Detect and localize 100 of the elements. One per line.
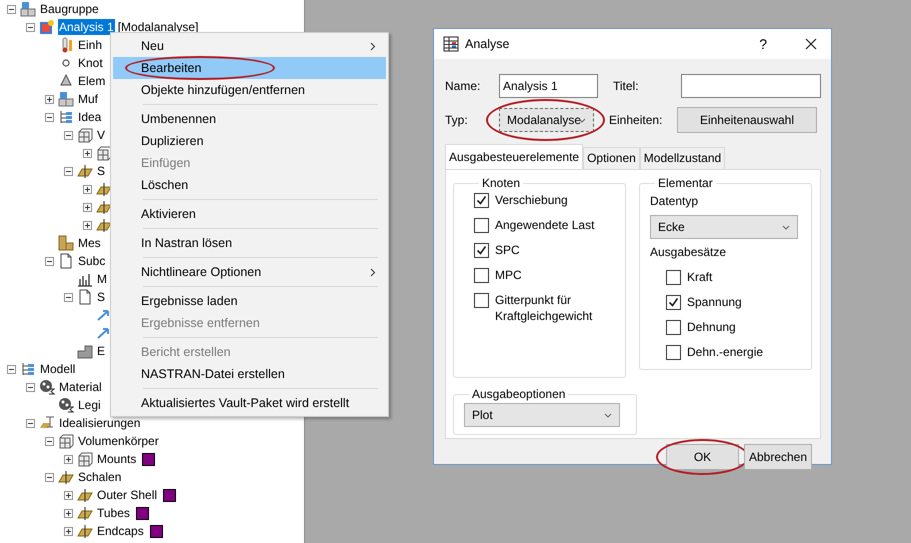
checkbox[interactable] <box>666 270 681 285</box>
menu-item[interactable]: In Nastran lösen <box>113 232 386 254</box>
tree-item-type: [Modalanalyse] <box>118 20 198 34</box>
tree-item[interactable]: Elem <box>77 73 106 89</box>
collapse-icon[interactable] <box>64 130 73 140</box>
tree-item[interactable]: Mounts <box>96 451 138 467</box>
expand-icon[interactable] <box>64 526 73 536</box>
checkbox-label: Kraft <box>687 269 712 285</box>
checkbox[interactable] <box>474 268 489 283</box>
idealization-icon <box>39 415 55 431</box>
hierarchy-icon <box>58 109 74 125</box>
menu-item[interactable]: Objekte hinzufügen/entfernen <box>113 79 386 101</box>
menu-item[interactable]: Ergebnisse laden <box>113 290 386 312</box>
tree-item[interactable]: Muf <box>77 91 100 107</box>
cubes-icon <box>58 433 74 449</box>
menu-item[interactable]: Löschen <box>113 174 386 196</box>
document-icon <box>77 289 93 305</box>
expand-icon[interactable] <box>64 508 73 518</box>
type-dropdown[interactable]: Modalanalyse <box>499 108 594 132</box>
tree-item[interactable]: E <box>96 343 106 359</box>
checkbox[interactable] <box>666 345 681 360</box>
material-icon <box>39 379 55 395</box>
collapse-icon[interactable] <box>45 256 54 266</box>
tree-item[interactable]: Idealisierungen <box>58 415 142 431</box>
name-field[interactable]: Analysis 1 <box>499 74 598 98</box>
checkbox-label: Verschiebung <box>495 192 568 208</box>
tree-item[interactable]: S <box>96 163 106 179</box>
checkbox[interactable] <box>474 293 489 308</box>
tree-item[interactable]: Mes <box>77 235 102 251</box>
tree-item[interactable]: S <box>96 289 106 305</box>
output-dropdown[interactable]: Plot <box>464 403 620 427</box>
checkbox-label: MPC <box>495 267 522 283</box>
tree-item[interactable]: Baugruppe <box>39 1 100 17</box>
menu-item[interactable]: Duplizieren <box>113 130 386 152</box>
tree-item[interactable]: Schalen <box>77 469 122 485</box>
collapse-icon[interactable] <box>45 472 54 482</box>
menu-item[interactable]: Bearbeiten <box>113 57 386 79</box>
collapse-icon[interactable] <box>26 22 35 32</box>
expand-icon[interactable] <box>83 220 92 230</box>
analysis-icon <box>39 19 55 35</box>
close-icon[interactable] <box>805 38 817 50</box>
checkbox[interactable] <box>666 295 681 310</box>
tree-item[interactable]: Modell <box>39 361 76 377</box>
window-title: Analyse <box>465 37 510 51</box>
tree-item[interactable]: Einh <box>77 37 104 53</box>
tab[interactable]: Ausgabesteuerelemente <box>445 144 584 169</box>
expand-icon[interactable] <box>83 202 92 212</box>
checkbox-label: Dehn.-energie <box>687 344 764 360</box>
tree-item[interactable]: Knot <box>77 55 104 71</box>
menu-item[interactable]: Aktualisiertes Vault-Paket wird erstellt <box>113 392 386 414</box>
dialog-button[interactable]: OK <box>666 444 739 470</box>
menu-item[interactable]: Nichtlineare Optionen <box>113 261 386 283</box>
checkbox[interactable] <box>474 218 489 233</box>
tree-item[interactable]: Outer Shell <box>96 487 158 503</box>
cubes-icon <box>77 127 93 143</box>
expand-icon[interactable] <box>64 454 73 464</box>
chevron-icon <box>782 225 790 230</box>
tree-item[interactable]: Analysis 1 <box>58 19 115 35</box>
menu-item[interactable]: Aktivieren <box>113 203 386 225</box>
expand-icon[interactable] <box>83 184 92 194</box>
checkbox[interactable] <box>474 193 489 208</box>
expand-icon[interactable] <box>64 490 73 500</box>
tree-item[interactable]: Volumenkörper <box>77 433 160 449</box>
tree-item[interactable]: Legi <box>77 397 102 413</box>
checkbox-label: Dehnung <box>687 319 736 335</box>
dialog-button[interactable]: Abbrechen <box>744 444 812 470</box>
data-type-dropdown[interactable]: Ecke <box>650 215 798 239</box>
tree-item[interactable]: Tubes <box>96 505 131 521</box>
checkbox[interactable] <box>474 243 489 258</box>
menu-item[interactable]: NASTRAN-Datei erstellen <box>113 363 386 385</box>
tree-item[interactable]: Subc <box>77 253 106 269</box>
hierarchy-icon <box>20 361 36 377</box>
collapse-icon[interactable] <box>64 292 73 302</box>
collapse-icon[interactable] <box>45 436 54 446</box>
help-button[interactable]: ? <box>759 36 767 52</box>
tree-item[interactable]: M <box>96 271 108 287</box>
collapse-icon[interactable] <box>26 382 35 392</box>
menu-item[interactable]: Neu <box>113 35 386 57</box>
title-field[interactable] <box>681 74 821 98</box>
tree-item[interactable]: Idea <box>77 109 102 125</box>
tree-item[interactable]: V <box>96 127 106 143</box>
checkbox[interactable] <box>666 320 681 335</box>
tab[interactable]: Optionen <box>583 147 640 169</box>
expand-icon[interactable] <box>83 148 92 158</box>
group-title: Ausgabeoptionen <box>471 387 566 401</box>
shell-icon <box>58 469 74 485</box>
field-label: Typ: <box>445 113 469 127</box>
collapse-icon[interactable] <box>7 364 16 374</box>
collapse-icon[interactable] <box>7 4 16 14</box>
tree-item[interactable]: Material <box>58 379 103 395</box>
menu-item[interactable]: Umbenennen <box>113 108 386 130</box>
collapse-icon[interactable] <box>45 112 54 122</box>
tree-item[interactable]: Endcaps <box>96 523 145 539</box>
tab[interactable]: Modellzustand <box>640 147 726 169</box>
shell-icon <box>77 163 93 179</box>
expand-icon[interactable] <box>45 94 54 104</box>
collapse-icon[interactable] <box>64 166 73 176</box>
collapse-icon[interactable] <box>26 418 35 428</box>
shell-icon <box>77 505 93 521</box>
units-button[interactable]: Einheitenauswahl <box>677 107 817 133</box>
